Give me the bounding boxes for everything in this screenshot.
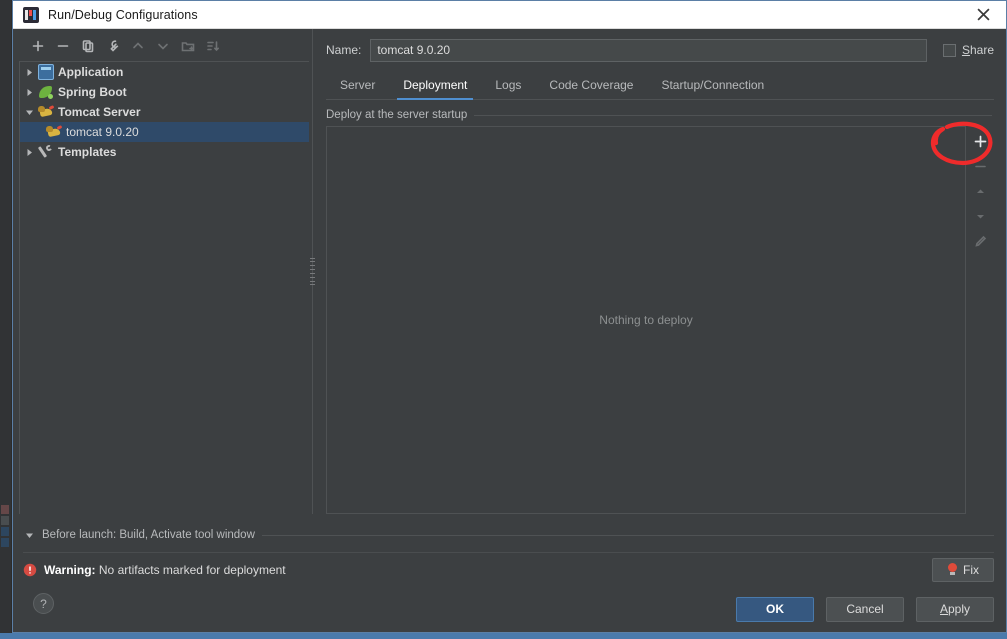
before-launch-row[interactable]: Before launch: Build, Activate tool wind… bbox=[23, 522, 994, 548]
intellij-idea-icon bbox=[23, 6, 39, 23]
run-debug-configurations-dialog: Run/Debug Configurations Application Spr… bbox=[12, 0, 1007, 633]
move-up-button bbox=[127, 35, 149, 57]
help-button[interactable]: ? bbox=[33, 593, 54, 614]
tree-item-spring-boot[interactable]: Spring Boot bbox=[20, 82, 309, 102]
chevron-down-icon[interactable] bbox=[20, 102, 38, 122]
dialog-title: Run/Debug Configurations bbox=[48, 7, 198, 22]
deployment-toolbar bbox=[966, 126, 994, 514]
fix-button[interactable]: Fix bbox=[932, 557, 994, 582]
checkbox-box[interactable] bbox=[942, 43, 956, 57]
warning-label: Warning: bbox=[44, 562, 96, 577]
tree-item-templates[interactable]: Templates bbox=[20, 142, 309, 162]
tree-item-label: Application bbox=[58, 65, 124, 79]
warning-row: Warning: No artifacts marked for deploym… bbox=[23, 552, 994, 586]
copy-icon[interactable] bbox=[77, 35, 99, 57]
dialog-titlebar: Run/Debug Configurations bbox=[13, 1, 1006, 29]
tree-item-label: Tomcat Server bbox=[58, 105, 141, 119]
name-label: Name: bbox=[326, 43, 362, 57]
triangle-down-icon[interactable] bbox=[23, 531, 35, 540]
splitter-grip[interactable] bbox=[310, 257, 315, 287]
sort-icon bbox=[202, 35, 224, 57]
folder-add-icon bbox=[177, 35, 199, 57]
cancel-button[interactable]: Cancel bbox=[826, 596, 904, 622]
ide-background-marks bbox=[1, 505, 11, 565]
add-configuration-button[interactable] bbox=[27, 35, 49, 57]
divider bbox=[261, 534, 994, 536]
deployment-artifact-list[interactable]: Nothing to deploy bbox=[326, 126, 966, 514]
wrench-icon[interactable] bbox=[102, 35, 124, 57]
tree-item-label: tomcat 9.0.20 bbox=[66, 125, 139, 139]
tree-item-label: Spring Boot bbox=[58, 85, 127, 99]
tab-code-coverage[interactable]: Code Coverage bbox=[535, 78, 647, 99]
move-up-button bbox=[968, 180, 992, 202]
share-label: Share bbox=[961, 43, 994, 57]
error-circle-icon bbox=[23, 563, 37, 576]
warning-text: Warning: No artifacts marked for deploym… bbox=[44, 563, 286, 577]
ide-status-bar bbox=[0, 633, 1007, 639]
move-down-button bbox=[152, 35, 174, 57]
configurations-pane: Application Spring Boot Tomcat Server to… bbox=[13, 29, 309, 514]
tab-deployment[interactable]: Deployment bbox=[389, 78, 481, 100]
pencil-icon bbox=[968, 230, 992, 252]
application-icon bbox=[38, 64, 54, 80]
remove-artifact-button bbox=[968, 155, 992, 177]
dialog-button-row: OK Cancel Apply bbox=[23, 586, 994, 632]
apply-button[interactable]: Apply bbox=[916, 596, 994, 622]
tree-item-application[interactable]: Application bbox=[20, 62, 309, 82]
configurations-toolbar bbox=[19, 33, 309, 59]
chevron-right-icon[interactable] bbox=[20, 82, 38, 102]
name-input[interactable] bbox=[370, 38, 927, 62]
configurations-tree[interactable]: Application Spring Boot Tomcat Server to… bbox=[19, 61, 309, 514]
chevron-right-icon[interactable] bbox=[20, 142, 38, 162]
remove-configuration-button[interactable] bbox=[52, 35, 74, 57]
tab-server[interactable]: Server bbox=[326, 78, 389, 99]
configuration-editor-pane: Name: Share Server Deployment Logs Code … bbox=[316, 29, 1006, 514]
tree-item-tomcat-9-0-20[interactable]: tomcat 9.0.20 bbox=[20, 122, 309, 142]
dialog-main-area: Application Spring Boot Tomcat Server to… bbox=[13, 29, 1006, 514]
tab-startup-connection[interactable]: Startup/Connection bbox=[647, 78, 778, 99]
close-icon[interactable] bbox=[960, 1, 1006, 28]
chevron-right-icon[interactable] bbox=[20, 62, 38, 82]
dialog-footer: Warning: No artifacts marked for deploym… bbox=[13, 548, 1006, 632]
lightbulb-icon bbox=[947, 563, 958, 576]
tomcat-icon bbox=[46, 124, 63, 140]
editor-tabs[interactable]: Server Deployment Logs Code Coverage Sta… bbox=[326, 71, 994, 100]
move-down-button bbox=[968, 205, 992, 227]
divider bbox=[474, 114, 992, 116]
warning-message: No artifacts marked for deployment bbox=[98, 562, 286, 577]
share-checkbox[interactable]: Share bbox=[942, 43, 994, 57]
deployment-section: Deploy at the server startup Nothing to … bbox=[326, 100, 994, 514]
tree-item-tomcat-server[interactable]: Tomcat Server bbox=[20, 102, 309, 122]
deploy-group-label: Deploy at the server startup bbox=[326, 109, 468, 121]
deploy-group-title: Deploy at the server startup bbox=[326, 109, 994, 121]
dialog-body: Application Spring Boot Tomcat Server to… bbox=[13, 29, 1006, 632]
tab-logs[interactable]: Logs bbox=[481, 78, 535, 99]
deployment-body: Nothing to deploy bbox=[326, 126, 994, 514]
tree-item-label: Templates bbox=[58, 145, 117, 159]
add-artifact-button[interactable] bbox=[968, 130, 992, 152]
empty-state-text: Nothing to deploy bbox=[599, 313, 693, 327]
wrench-icon bbox=[37, 144, 54, 160]
name-row: Name: Share bbox=[326, 35, 994, 65]
pane-splitter[interactable] bbox=[309, 29, 316, 514]
before-launch-label: Before launch: Build, Activate tool wind… bbox=[42, 529, 255, 541]
spring-boot-icon bbox=[38, 84, 54, 100]
tomcat-icon bbox=[38, 104, 55, 120]
fix-label: Fix bbox=[963, 562, 979, 577]
ok-button[interactable]: OK bbox=[736, 596, 814, 622]
